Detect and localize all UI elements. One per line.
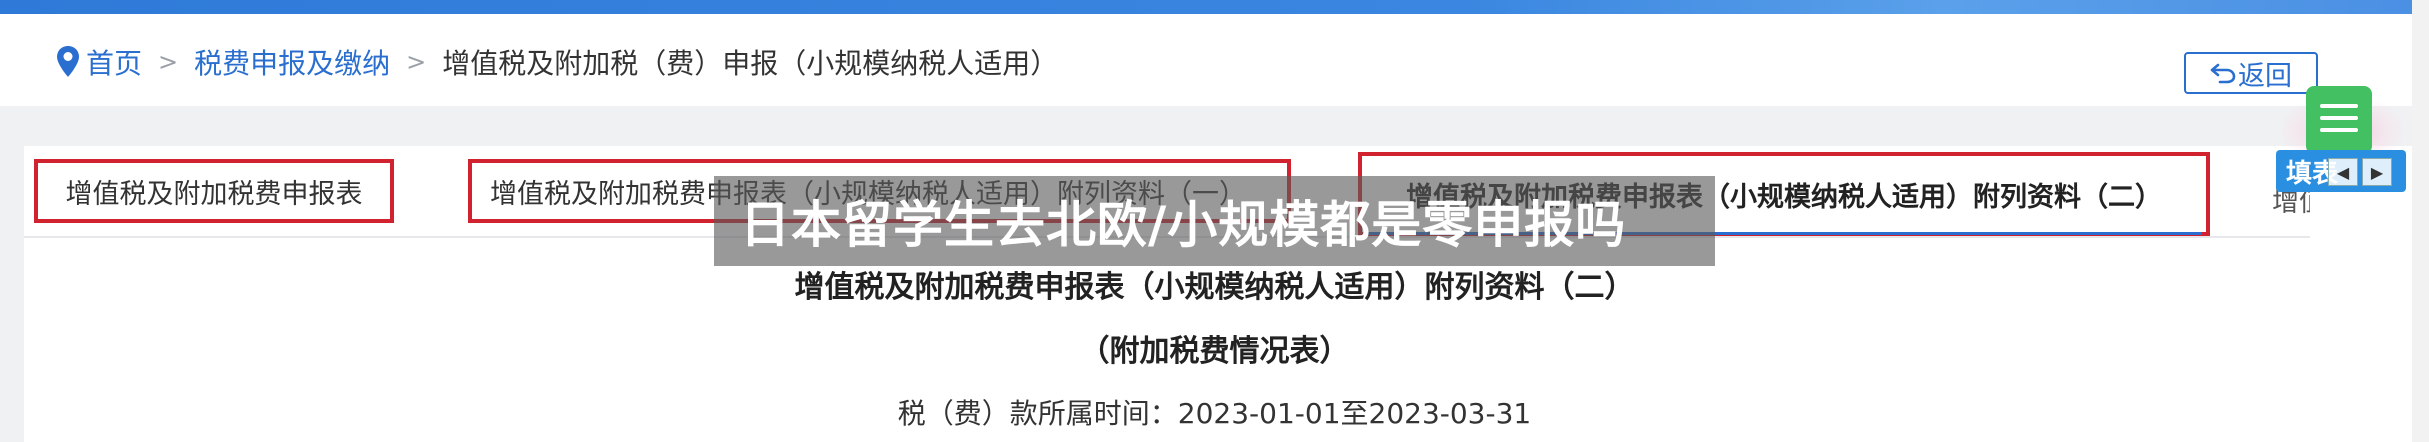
back-button[interactable]: 返回 [2184, 52, 2318, 94]
period-value: 2023-01-01至2023-03-31 [1177, 397, 1532, 430]
return-arrow-icon [2210, 63, 2236, 84]
tab-main-return[interactable]: 增值税及附加税费申报表 [34, 159, 394, 223]
watermark-banner: 日本留学生去北欧/小规模都是零申报吗 [714, 176, 1715, 266]
section-divider [0, 106, 2429, 146]
float-menu-button[interactable] [2306, 86, 2372, 154]
menu-icon [2320, 116, 2358, 120]
breadcrumb-separator: > [158, 48, 179, 76]
arrow-right-icon[interactable]: ▶ [2362, 158, 2392, 186]
form-period: 税（费）款所属时间：2023-01-01至2023-03-31 [0, 392, 2429, 432]
arrow-left-icon[interactable]: ◀ [2328, 158, 2358, 186]
breadcrumb-home-link[interactable]: 首页 [86, 42, 142, 82]
breadcrumb: 首页 > 税费申报及缴纳 > 增值税及附加税（费）申报（小规模纳税人适用） [56, 42, 1058, 82]
form-title: 增值税及附加税费申报表（小规模纳税人适用）附列资料（二） [794, 270, 1635, 305]
period-label: 税（费）款所属时间： [897, 397, 1178, 430]
menu-icon [2320, 128, 2358, 132]
breadcrumb-bar: 首页 > 税费申报及缴纳 > 增值税及附加税（费）申报（小规模纳税人适用） 返回 [0, 14, 2429, 106]
breadcrumb-separator: > [406, 48, 427, 76]
menu-icon [2320, 104, 2358, 108]
form-subtitle: （附加税费情况表） [1079, 334, 1350, 369]
back-button-label: 返回 [2238, 60, 2292, 92]
top-banner [0, 0, 2429, 14]
page: 首页 > 税费申报及缴纳 > 增值税及附加税（费）申报（小规模纳税人适用） 返回… [0, 0, 2429, 442]
location-pin-icon [57, 46, 79, 77]
breadcrumb-section-link[interactable]: 税费申报及缴纳 [194, 42, 390, 82]
breadcrumb-current: 增值税及附加税（费）申报（小规模纳税人适用） [442, 47, 1059, 80]
scrollbar-track[interactable] [2412, 0, 2429, 442]
watermark-text: 日本留学生去北欧/小规模都是零申报吗 [740, 196, 1627, 254]
float-nav: ◀ ▶ [2328, 158, 2392, 186]
tab-label: 增值税及附加税费申报表 [65, 178, 363, 210]
